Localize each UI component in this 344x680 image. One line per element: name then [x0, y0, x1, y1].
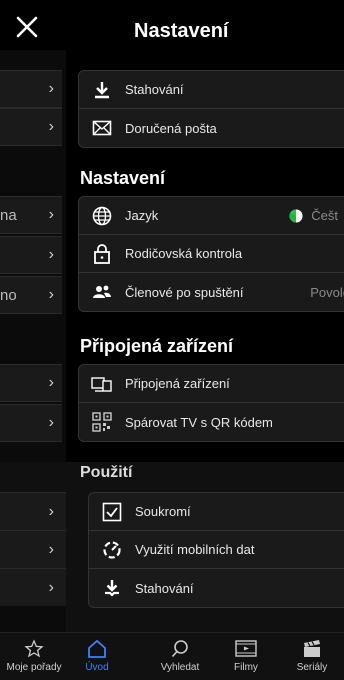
- members-icon: [79, 284, 125, 300]
- settings-row-downloads[interactable]: Stahování: [79, 71, 344, 109]
- lock-icon: [79, 243, 125, 264]
- page-title: Nastavení: [134, 20, 229, 42]
- background-row-label: na: [0, 206, 17, 224]
- devices-icon: [79, 375, 125, 393]
- czech-flag-icon: [289, 209, 303, 222]
- home-icon: [88, 639, 106, 658]
- downloads-group: Stahování Doručená pošta: [78, 70, 344, 148]
- chevron-right-icon: ›: [48, 80, 54, 97]
- mail-icon: [79, 120, 125, 136]
- tab-label: Vyhledat: [160, 662, 200, 673]
- background-row[interactable]: na ›: [0, 196, 62, 234]
- globe-icon: [79, 206, 125, 226]
- checkbox-icon: [89, 502, 135, 522]
- settings-row-connected-devices[interactable]: Připojená zařízení: [79, 365, 344, 403]
- tab-label: Úvod: [85, 662, 109, 673]
- tab-label: Filmy: [234, 662, 258, 673]
- settings-group: Jazyk Češt Rodičovská kontrola Členové p…: [78, 196, 344, 312]
- background-row[interactable]: ›: [0, 108, 62, 146]
- background-row[interactable]: ›: [0, 530, 66, 568]
- row-label: Doručená pošta: [125, 120, 217, 136]
- bottom-tab-bar: Moje pořady Úvod Vyhledat Filmy Seriály: [0, 632, 344, 680]
- chevron-right-icon: ›: [48, 374, 54, 391]
- members-value: Povole: [310, 284, 344, 300]
- language-value-text: Češt: [311, 208, 338, 223]
- background-row-label: no: [0, 286, 17, 304]
- chevron-right-icon: ›: [48, 578, 54, 596]
- settings-row-downloads-2[interactable]: Stahování: [89, 569, 344, 607]
- row-label: Soukromí: [135, 504, 191, 519]
- chevron-right-icon: ›: [48, 206, 54, 223]
- overlay-left-panel: › › ›: [0, 492, 66, 632]
- settings-row-inbox[interactable]: Doručená pošta: [79, 109, 344, 147]
- tab-movies[interactable]: Filmy: [216, 633, 276, 680]
- tab-label: Moje pořady: [6, 662, 62, 673]
- background-row[interactable]: no ›: [0, 276, 62, 314]
- chevron-right-icon: ›: [48, 286, 54, 303]
- row-label: Stahování: [125, 82, 184, 97]
- chevron-right-icon: ›: [48, 246, 54, 263]
- download-icon: [79, 80, 125, 100]
- settings-row-mobile-data[interactable]: Využití mobilních dat: [89, 531, 344, 569]
- data-usage-icon: [89, 540, 135, 560]
- section-title-settings: Nastavení: [80, 168, 166, 188]
- tab-series[interactable]: Seriály: [280, 633, 344, 680]
- settings-row-pair-tv-qr[interactable]: Spárovat TV s QR kódem: [79, 403, 344, 441]
- qr-icon: [79, 412, 125, 432]
- chevron-right-icon: ›: [48, 540, 54, 558]
- language-value: Češt: [289, 208, 338, 223]
- screen: › › na › › no › › › Nastavení Stahování Do…: [0, 0, 344, 680]
- tab-search[interactable]: Vyhledat: [146, 633, 214, 680]
- background-row[interactable]: ›: [0, 568, 66, 606]
- settings-row-language[interactable]: Jazyk Češt: [79, 197, 344, 235]
- close-icon[interactable]: [14, 14, 40, 40]
- background-row[interactable]: ›: [0, 236, 62, 274]
- background-row[interactable]: ›: [0, 70, 62, 108]
- row-label: Rodičovská kontrola: [125, 246, 243, 261]
- background-row[interactable]: ›: [0, 364, 62, 402]
- usage-group: Soukromí Využití mobilních dat Stahování: [88, 492, 344, 608]
- background-row[interactable]: ›: [0, 404, 62, 442]
- settings-row-parental-control[interactable]: Rodičovská kontrola: [79, 235, 344, 273]
- chevron-right-icon: ›: [48, 502, 54, 520]
- row-label: Stahování: [135, 580, 194, 596]
- background-row[interactable]: ›: [0, 492, 66, 530]
- header: Nastavení: [0, 0, 344, 50]
- film-icon: [235, 640, 257, 657]
- clapper-icon: [304, 640, 320, 657]
- chevron-right-icon: ›: [48, 118, 54, 135]
- tab-my-shows[interactable]: Moje pořady: [0, 633, 68, 680]
- star-icon: [24, 639, 44, 658]
- chevron-right-icon: ›: [48, 414, 54, 431]
- row-label: Využití mobilních dat: [135, 542, 255, 557]
- devices-group: Připojená zařízení Spárovat TV s QR kóde…: [78, 364, 344, 442]
- row-label: Jazyk: [125, 208, 159, 223]
- search-icon: [171, 640, 188, 658]
- overlay-panel: Použití › › › Soukromí Využití mobilních…: [0, 462, 344, 632]
- row-label: Spárovat TV s QR kódem: [125, 414, 273, 430]
- row-label: Členové po spuštění: [125, 284, 244, 300]
- tab-home[interactable]: Úvod: [72, 633, 122, 680]
- tab-label: Seriály: [296, 662, 328, 673]
- settings-row-privacy[interactable]: Soukromí: [89, 493, 344, 531]
- settings-row-members[interactable]: Členové po spuštění Povole: [79, 273, 344, 311]
- section-title-usage: Použití: [80, 464, 133, 481]
- section-title-devices: Připojená zařízení: [80, 336, 234, 356]
- row-label: Připojená zařízení: [125, 376, 230, 391]
- download-icon: [89, 578, 135, 598]
